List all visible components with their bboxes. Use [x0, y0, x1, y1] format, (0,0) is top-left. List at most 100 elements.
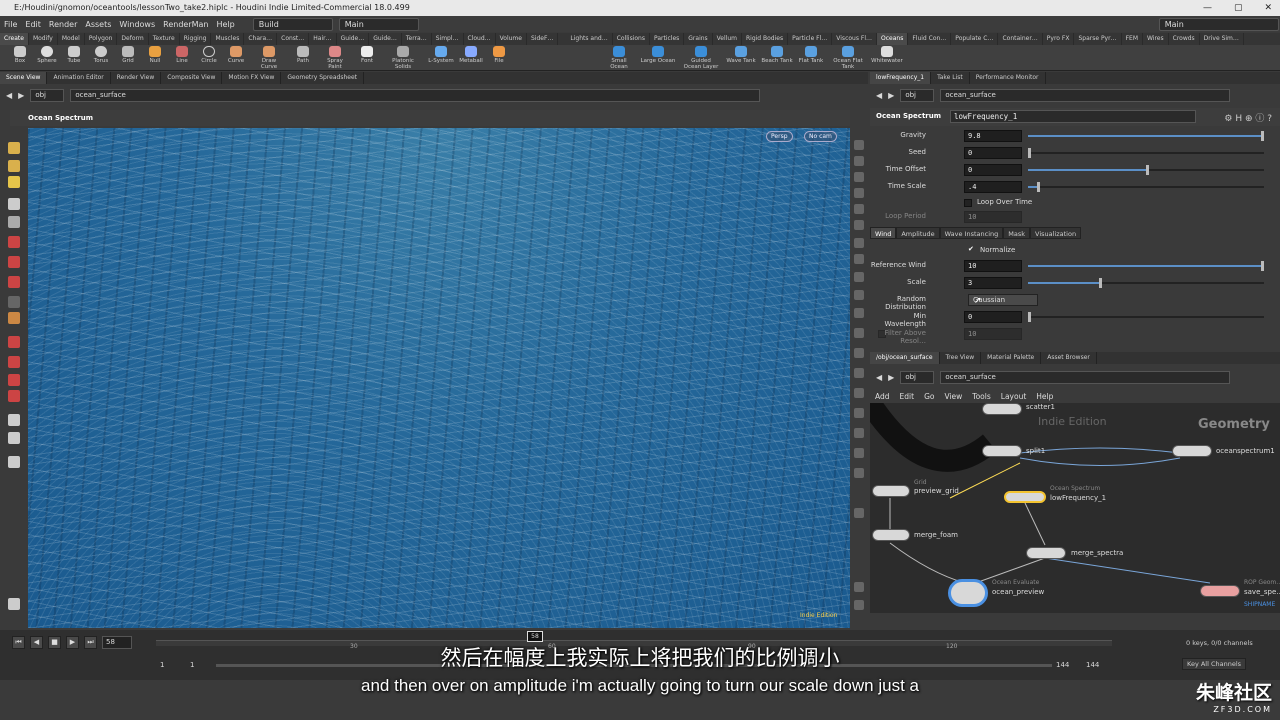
node-oceanspectrum1[interactable]: [1172, 445, 1212, 457]
slider-knob[interactable]: [1028, 312, 1031, 322]
abc-icon[interactable]: [854, 468, 864, 478]
select-tool-icon[interactable]: [8, 142, 20, 154]
scale-field[interactable]: 3: [964, 277, 1022, 289]
loop-period-field[interactable]: 10: [964, 211, 1022, 223]
gravity-field[interactable]: 9.8: [964, 130, 1022, 142]
shelf-tab-oceans[interactable]: Oceans: [877, 33, 909, 45]
tab-visualization[interactable]: Visualization: [1030, 227, 1082, 239]
scene-viewport[interactable]: [28, 128, 850, 628]
path-node[interactable]: ocean_surface: [940, 370, 1231, 384]
pointer-icon[interactable]: [8, 198, 20, 210]
desktop-main-select[interactable]: Main: [338, 17, 419, 31]
shelf-tab[interactable]: Viscous Fl…: [832, 33, 877, 45]
shelf-tab[interactable]: Pyro FX: [1043, 33, 1075, 45]
perspective-menu[interactable]: Persp: [766, 131, 793, 142]
net-menu-tools[interactable]: Tools: [967, 390, 995, 403]
shelf-tab[interactable]: Model: [58, 33, 85, 45]
tube-tool[interactable]: Tube: [59, 46, 89, 64]
link-icon[interactable]: [854, 348, 864, 358]
guided-ocean-tool[interactable]: Guided Ocean Layer: [682, 46, 720, 70]
forward-arrow-icon[interactable]: ▶: [888, 91, 894, 100]
scale-icon[interactable]: [8, 276, 20, 288]
node-merge-spectra[interactable]: [1026, 547, 1066, 559]
current-frame-marker[interactable]: 58: [527, 631, 543, 642]
grid-tool[interactable]: Grid: [113, 46, 143, 64]
shelf-tab[interactable]: Guide…: [337, 33, 370, 45]
slider-knob[interactable]: [1098, 278, 1102, 288]
slider-knob[interactable]: [1261, 261, 1264, 271]
path-node[interactable]: ocean_surface: [940, 88, 1231, 102]
gravity-slider[interactable]: [1028, 131, 1264, 141]
shelf-tab[interactable]: Terra…: [402, 33, 432, 45]
shelf-tab[interactable]: Collisions: [613, 33, 650, 45]
path-tool[interactable]: Path: [288, 46, 318, 64]
time-offset-field[interactable]: 0: [964, 164, 1022, 176]
back-arrow-icon[interactable]: ◀: [876, 91, 882, 100]
time-scale-slider[interactable]: [1028, 182, 1264, 192]
loop-checkbox[interactable]: [964, 199, 972, 207]
forward-arrow-icon[interactable]: ▶: [18, 91, 24, 100]
shelf-tab[interactable]: FEM: [1122, 33, 1143, 45]
handle-tool-icon[interactable]: [8, 160, 20, 172]
tab-network[interactable]: /obj/ocean_surface: [870, 352, 940, 364]
shelf-tab[interactable]: Simpl…: [432, 33, 464, 45]
shelf-tab[interactable]: Deform: [117, 33, 149, 45]
display-icon[interactable]: [854, 140, 864, 150]
metaball-tool[interactable]: Metaball: [456, 46, 486, 64]
slider-knob[interactable]: [1037, 182, 1041, 192]
seed-field[interactable]: 0: [964, 147, 1022, 159]
render-region-icon[interactable]: [8, 456, 20, 468]
back-arrow-icon[interactable]: ◀: [6, 91, 12, 100]
tab-wind[interactable]: Wind: [870, 227, 897, 239]
shelf-tab[interactable]: Cloud…: [464, 33, 496, 45]
net-menu-view[interactable]: View: [939, 390, 967, 403]
node-scatter1[interactable]: [982, 403, 1022, 415]
wave-tank-tool[interactable]: Wave Tank: [724, 46, 758, 64]
origin-icon[interactable]: [854, 388, 864, 398]
close-icon[interactable]: ✕: [1264, 0, 1272, 16]
torus-tool[interactable]: Torus: [86, 46, 116, 64]
shelf-tab[interactable]: Const…: [277, 33, 310, 45]
net-menu-go[interactable]: Go: [919, 390, 939, 403]
shelf-tab[interactable]: Polygon: [85, 33, 118, 45]
node-split1[interactable]: [982, 445, 1022, 457]
tab-amplitude[interactable]: Amplitude: [896, 227, 940, 239]
net-menu-help[interactable]: Help: [1031, 390, 1058, 403]
network-editor[interactable]: Geometry Indie Edition scatter1 split1 o…: [870, 403, 1280, 613]
time-offset-slider[interactable]: [1028, 165, 1264, 175]
menu-help[interactable]: Help: [213, 20, 239, 29]
menu-assets[interactable]: Assets: [81, 20, 115, 29]
tab-motion-fx-view[interactable]: Motion FX View: [222, 72, 282, 84]
tab-tree-view[interactable]: Tree View: [940, 352, 982, 364]
wireframe-icon[interactable]: [854, 172, 864, 182]
node-lowfrequency-1[interactable]: [1004, 491, 1046, 503]
shelf-tab[interactable]: Hair…: [309, 33, 337, 45]
paint-tool-icon[interactable]: [8, 176, 20, 188]
circle-tool[interactable]: Circle: [194, 46, 224, 64]
path-obj[interactable]: obj: [900, 370, 935, 384]
beach-tank-tool[interactable]: Beach Tank: [760, 46, 794, 64]
layout-icon[interactable]: [854, 600, 864, 610]
tab-geometry-spreadsheet[interactable]: Geometry Spreadsheet: [281, 72, 364, 84]
tab-scene-view[interactable]: Scene View: [0, 72, 48, 84]
net-menu-edit[interactable]: Edit: [895, 390, 920, 403]
node-name-field[interactable]: lowFrequency_1: [950, 110, 1196, 123]
normals-icon[interactable]: [854, 290, 864, 300]
seed-slider[interactable]: [1028, 148, 1264, 158]
reference-wind-field[interactable]: 10: [964, 260, 1022, 272]
maximize-icon[interactable]: ▢: [1234, 0, 1243, 16]
node-ocean-preview[interactable]: [948, 579, 988, 607]
platonic-tool[interactable]: Platonic Solids: [388, 46, 418, 70]
points-icon[interactable]: [854, 272, 864, 282]
info-icon[interactable]: [854, 582, 864, 592]
snap-grid-icon[interactable]: [8, 356, 20, 368]
shelf-tab[interactable]: Sparse Pyr…: [1074, 33, 1122, 45]
node-save-spectra[interactable]: [1200, 585, 1240, 597]
slider-knob[interactable]: [1028, 148, 1031, 158]
snap-point-icon[interactable]: [8, 374, 20, 386]
shelf-tab[interactable]: Drive Sim…: [1200, 33, 1244, 45]
desktop-right-select[interactable]: Main: [1158, 17, 1279, 31]
shelf-tab[interactable]: Container…: [998, 33, 1043, 45]
display-options-icon[interactable]: [8, 598, 20, 610]
shelf-tab[interactable]: Rigid Bodies: [742, 33, 789, 45]
